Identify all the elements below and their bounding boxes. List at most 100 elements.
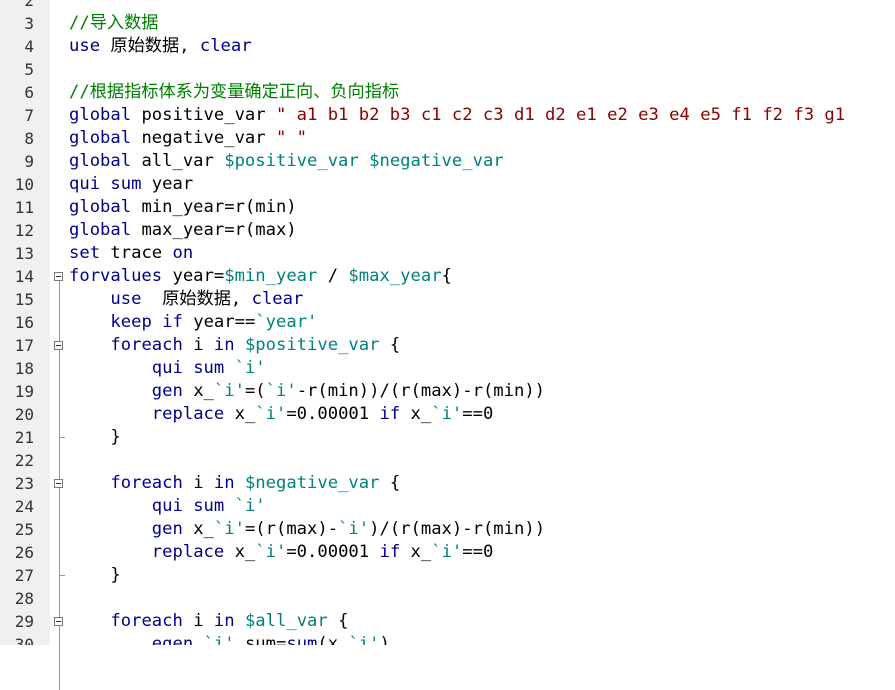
code-token: -r(min))/(r(max)-r(min)) bbox=[296, 381, 546, 401]
code-token: `i' bbox=[338, 519, 370, 539]
line-number: 23 bbox=[14, 474, 34, 493]
code-token: gen bbox=[151, 519, 183, 539]
code-token: `i' bbox=[255, 404, 287, 424]
code-line[interactable]: //根据指标体系为变量确定正向、负向指标 bbox=[69, 81, 399, 104]
code-token: replace bbox=[151, 404, 225, 424]
fold-toggle-icon[interactable] bbox=[54, 479, 63, 488]
code-line[interactable]: replace x_`i'=0.00001 if x_`i'==0 bbox=[69, 403, 494, 426]
code-token: sum bbox=[286, 634, 318, 645]
code-token: `i' bbox=[255, 542, 287, 562]
code-token: ==0 bbox=[462, 542, 494, 562]
code-editor[interactable]: 2 3 4 5 6 7 8 9 10 11 12 13 14 15 16 17 18 19 20 21 22 23 24 25… bbox=[0, 0, 895, 645]
line-number: 14 bbox=[14, 267, 34, 286]
code-token: " a1 b1 b2 b3 c1 c2 c3 d1 d2 e1 e2 e3 e4… bbox=[275, 105, 846, 125]
code-token: $all_var bbox=[244, 611, 328, 631]
code-line[interactable]: egen `i'_sum=sum(x_`i') bbox=[69, 633, 390, 645]
line-number: 15 bbox=[14, 290, 34, 309]
code-token: (x_ bbox=[317, 634, 349, 645]
code-line[interactable]: qui sum `i' bbox=[69, 495, 266, 518]
code-line[interactable]: global min_year=r(min) bbox=[69, 196, 297, 219]
line-number: 13 bbox=[14, 244, 34, 263]
code-token: set bbox=[69, 243, 101, 263]
code-line[interactable]: keep if year==`year' bbox=[69, 311, 317, 334]
code-token: `i' bbox=[234, 358, 266, 378]
line-number: 12 bbox=[14, 221, 34, 240]
code-token: year= bbox=[162, 266, 225, 286]
code-line[interactable]: global negative_var " " bbox=[69, 127, 307, 150]
code-token: =(r(max)- bbox=[244, 519, 339, 539]
code-line[interactable]: global positive_var " a1 b1 b2 b3 c1 c2 … bbox=[69, 104, 845, 127]
code-token: if bbox=[162, 312, 183, 332]
line-number: 28 bbox=[14, 589, 34, 608]
code-token: i bbox=[182, 335, 214, 355]
fold-toggle-icon[interactable] bbox=[54, 617, 63, 626]
code-token: $positive_var bbox=[224, 151, 359, 171]
code-line[interactable]: foreach i in $negative_var { bbox=[69, 472, 400, 495]
line-number: 4 bbox=[24, 37, 34, 56]
fold-toggle-icon[interactable] bbox=[54, 272, 63, 281]
code-token: negative_var bbox=[131, 128, 276, 148]
code-line[interactable]: use 原始数据, clear bbox=[69, 35, 252, 58]
code-token: clear bbox=[199, 36, 252, 56]
code-token: / bbox=[317, 266, 349, 286]
code-token: on bbox=[172, 243, 194, 263]
code-line[interactable]: } bbox=[69, 564, 120, 587]
code-token: { bbox=[441, 266, 452, 286]
code-token: `i' bbox=[234, 496, 266, 516]
code-token: =0.00001 bbox=[286, 542, 380, 562]
code-token: foreach bbox=[110, 611, 183, 631]
code-token: qui bbox=[69, 174, 101, 194]
code-token: $max_year bbox=[348, 266, 442, 286]
code-line[interactable]: foreach i in $positive_var { bbox=[69, 334, 400, 357]
code-token: 原始数据, bbox=[141, 289, 252, 309]
code-token: replace bbox=[151, 542, 225, 562]
code-line[interactable]: qui sum `i' bbox=[69, 357, 266, 380]
code-line[interactable]: gen x_`i'=(`i'-r(min))/(r(max)-r(min)) bbox=[69, 380, 545, 403]
code-token: global bbox=[69, 197, 132, 217]
code-line[interactable]: //导入数据 bbox=[69, 12, 158, 35]
code-line[interactable]: use 原始数据, clear bbox=[69, 288, 303, 311]
code-token: max_year=r(max) bbox=[131, 220, 297, 240]
line-number: 24 bbox=[14, 497, 34, 516]
code-token: sum bbox=[193, 496, 225, 516]
code-line[interactable]: qui sum year bbox=[69, 173, 193, 196]
code-token: $min_year bbox=[224, 266, 318, 286]
code-token: `i' bbox=[265, 381, 297, 401]
code-token: gen bbox=[151, 381, 183, 401]
code-token: " " bbox=[275, 128, 308, 148]
line-number: 19 bbox=[14, 382, 34, 401]
code-token: $negative_var bbox=[369, 151, 504, 171]
code-line[interactable]: } bbox=[69, 426, 120, 449]
code-line[interactable]: gen x_`i'=(r(max)-`i')/(r(max)-r(min)) bbox=[69, 518, 545, 541]
code-token: `i' bbox=[348, 634, 380, 645]
fold-toggle-icon[interactable] bbox=[54, 341, 63, 350]
code-line[interactable]: set trace on bbox=[69, 242, 193, 265]
code-token: `i' bbox=[431, 542, 463, 562]
line-number: 6 bbox=[24, 83, 34, 102]
code-token: qui bbox=[151, 358, 183, 378]
code-line[interactable]: forvalues year=$min_year / $max_year{ bbox=[69, 265, 452, 288]
code-token: `i' bbox=[431, 404, 463, 424]
code-line[interactable]: global all_var $positive_var $negative_v… bbox=[69, 150, 504, 173]
code-line[interactable]: replace x_`i'=0.00001 if x_`i'==0 bbox=[69, 541, 494, 564]
code-token: ==0 bbox=[462, 404, 494, 424]
code-token: `i' bbox=[213, 519, 245, 539]
code-line[interactable]: global max_year=r(max) bbox=[69, 219, 297, 242]
code-token: positive_var bbox=[131, 105, 276, 125]
code-token: x_ bbox=[182, 381, 214, 401]
code-token: sum bbox=[193, 358, 225, 378]
code-token: foreach bbox=[110, 335, 183, 355]
code-token: all_var bbox=[131, 151, 225, 171]
code-token: sum bbox=[110, 174, 142, 194]
code-token: if bbox=[379, 404, 401, 424]
code-line[interactable]: foreach i in $all_var { bbox=[69, 610, 348, 633]
